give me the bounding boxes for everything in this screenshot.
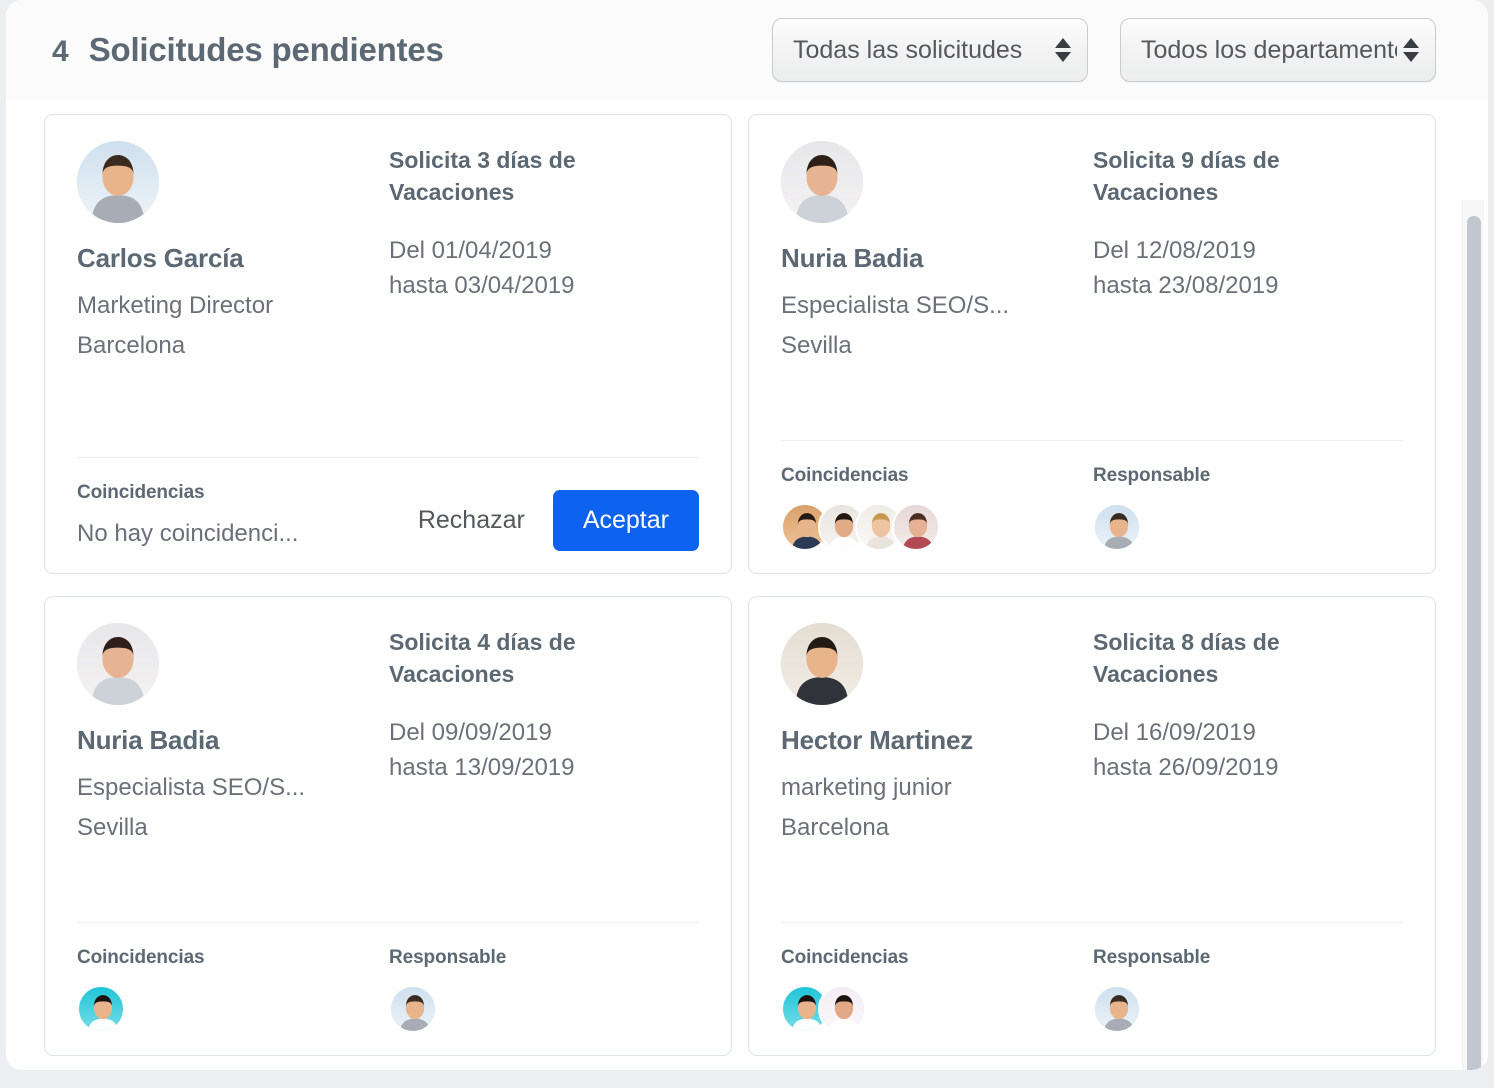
chevron-updown-icon: [1055, 38, 1071, 62]
employee-role: Marketing Director: [77, 286, 389, 326]
card-footer: Coincidencias Responsable: [77, 947, 699, 1033]
card-divider: [77, 457, 699, 458]
matches-avatar-stack: [77, 985, 389, 1033]
request-info: Solicita 8 días de Vacaciones Del 16/09/…: [1093, 623, 1403, 916]
department-filter[interactable]: Todos los departamentos: [1120, 18, 1436, 82]
employee-city: Barcelona: [781, 808, 1093, 848]
employee-avatar[interactable]: [77, 141, 159, 223]
employee-avatar[interactable]: [781, 141, 863, 223]
request-card: Nuria Badia Especialista SEO/S... Sevill…: [748, 114, 1436, 574]
request-info: Solicita 9 días de Vacaciones Del 12/08/…: [1093, 141, 1403, 434]
request-card: Hector Martinez marketing junior Barcelo…: [748, 596, 1436, 1056]
request-summary: Solicita 9 días de Vacaciones: [1093, 145, 1353, 208]
responsible-label: Responsable: [389, 947, 699, 969]
avatar[interactable]: [892, 503, 940, 551]
scrollbar-thumb[interactable]: [1467, 216, 1481, 1070]
responsible-label: Responsable: [1093, 465, 1403, 487]
employee-name: Nuria Badia: [781, 243, 1093, 274]
request-info: Solicita 4 días de Vacaciones Del 09/09/…: [389, 623, 699, 916]
avatar[interactable]: [389, 985, 437, 1033]
card-divider: [781, 440, 1403, 441]
employee-info: Nuria Badia Especialista SEO/S... Sevill…: [77, 623, 389, 916]
avatar[interactable]: [77, 985, 125, 1033]
page-title: Solicitudes pendientes: [89, 31, 444, 69]
pending-count: 4: [52, 35, 69, 69]
request-date-to: hasta 03/04/2019: [389, 269, 699, 303]
matches-column: Coincidencias: [77, 947, 389, 1033]
responsible-column: Responsable: [389, 947, 699, 1033]
request-date-from: Del 16/09/2019: [1093, 716, 1403, 750]
matches-column: Coincidencias: [781, 947, 1093, 1033]
responsible-column: Responsable: [1093, 947, 1403, 1033]
card-body: Hector Martinez marketing junior Barcelo…: [781, 623, 1403, 916]
request-summary: Solicita 8 días de Vacaciones: [1093, 627, 1353, 690]
matches-label: Coincidencias: [77, 482, 389, 504]
header-title-group: 4 Solicitudes pendientes: [52, 31, 772, 69]
request-date-to: hasta 23/08/2019: [1093, 269, 1403, 303]
employee-name: Hector Martinez: [781, 725, 1093, 756]
request-type-filter[interactable]: Todas las solicitudes: [772, 18, 1088, 82]
request-date-to: hasta 26/09/2019: [1093, 751, 1403, 785]
request-summary: Solicita 4 días de Vacaciones: [389, 627, 649, 690]
department-filter-value: Todos los departamentos: [1141, 36, 1397, 65]
avatar[interactable]: [818, 985, 866, 1033]
card-divider: [77, 922, 699, 923]
filter-group: Todas las solicitudes Todos los departam…: [772, 18, 1436, 82]
matches-avatar-stack: [781, 985, 1093, 1033]
responsible-avatar-stack: [1093, 985, 1403, 1033]
matches-label: Coincidencias: [781, 947, 1093, 969]
request-date-from: Del 12/08/2019: [1093, 234, 1403, 268]
reject-button[interactable]: Rechazar: [416, 502, 527, 539]
employee-info: Hector Martinez marketing junior Barcelo…: [781, 623, 1093, 916]
matches-label: Coincidencias: [781, 465, 1093, 487]
request-date-to: hasta 13/09/2019: [389, 751, 699, 785]
employee-city: Barcelona: [77, 326, 389, 366]
requests-scroll-area[interactable]: Carlos García Marketing Director Barcelo…: [6, 100, 1488, 1070]
accept-button[interactable]: Aceptar: [553, 490, 699, 551]
employee-info: Nuria Badia Especialista SEO/S... Sevill…: [781, 141, 1093, 434]
card-actions: Rechazar Aceptar: [389, 482, 699, 551]
pending-requests-panel: 4 Solicitudes pendientes Todas las solic…: [6, 0, 1488, 1070]
panel-header: 4 Solicitudes pendientes Todas las solic…: [6, 0, 1488, 100]
employee-avatar[interactable]: [781, 623, 863, 705]
request-info: Solicita 3 días de Vacaciones Del 01/04/…: [389, 141, 699, 451]
requests-grid: Carlos García Marketing Director Barcelo…: [6, 100, 1488, 1056]
matches-label: Coincidencias: [77, 947, 389, 969]
employee-city: Sevilla: [77, 808, 389, 848]
avatar[interactable]: [1093, 503, 1141, 551]
responsible-label: Responsable: [1093, 947, 1403, 969]
request-summary: Solicita 3 días de Vacaciones: [389, 145, 649, 208]
employee-name: Nuria Badia: [77, 725, 389, 756]
employee-name: Carlos García: [77, 243, 389, 274]
card-footer: Coincidencias: [781, 465, 1403, 551]
avatar[interactable]: [1093, 985, 1141, 1033]
card-footer: Coincidencias Responsable: [781, 947, 1403, 1033]
employee-role: Especialista SEO/S...: [77, 768, 389, 808]
card-body: Carlos García Marketing Director Barcelo…: [77, 141, 699, 451]
card-footer: Coincidencias No hay coincidenci... Rech…: [77, 482, 699, 551]
request-type-filter-value: Todas las solicitudes: [793, 36, 1049, 65]
matches-avatar-stack: [781, 503, 1093, 551]
matches-column: Coincidencias No hay coincidenci...: [77, 482, 389, 548]
responsible-avatar-stack: [1093, 503, 1403, 551]
chevron-updown-icon: [1403, 38, 1419, 62]
employee-role: marketing junior: [781, 768, 1093, 808]
card-body: Nuria Badia Especialista SEO/S... Sevill…: [781, 141, 1403, 434]
matches-column: Coincidencias: [781, 465, 1093, 551]
request-card: Nuria Badia Especialista SEO/S... Sevill…: [44, 596, 732, 1056]
request-date-from: Del 09/09/2019: [389, 716, 699, 750]
employee-info: Carlos García Marketing Director Barcelo…: [77, 141, 389, 451]
request-card: Carlos García Marketing Director Barcelo…: [44, 114, 732, 574]
no-matches-text: No hay coincidenci...: [77, 520, 389, 548]
employee-city: Sevilla: [781, 326, 1093, 366]
employee-role: Especialista SEO/S...: [781, 286, 1093, 326]
responsible-avatar-stack: [389, 985, 699, 1033]
vertical-scrollbar[interactable]: [1462, 200, 1484, 1070]
responsible-column: Responsable: [1093, 465, 1403, 551]
employee-avatar[interactable]: [77, 623, 159, 705]
card-body: Nuria Badia Especialista SEO/S... Sevill…: [77, 623, 699, 916]
request-date-from: Del 01/04/2019: [389, 234, 699, 268]
card-divider: [781, 922, 1403, 923]
